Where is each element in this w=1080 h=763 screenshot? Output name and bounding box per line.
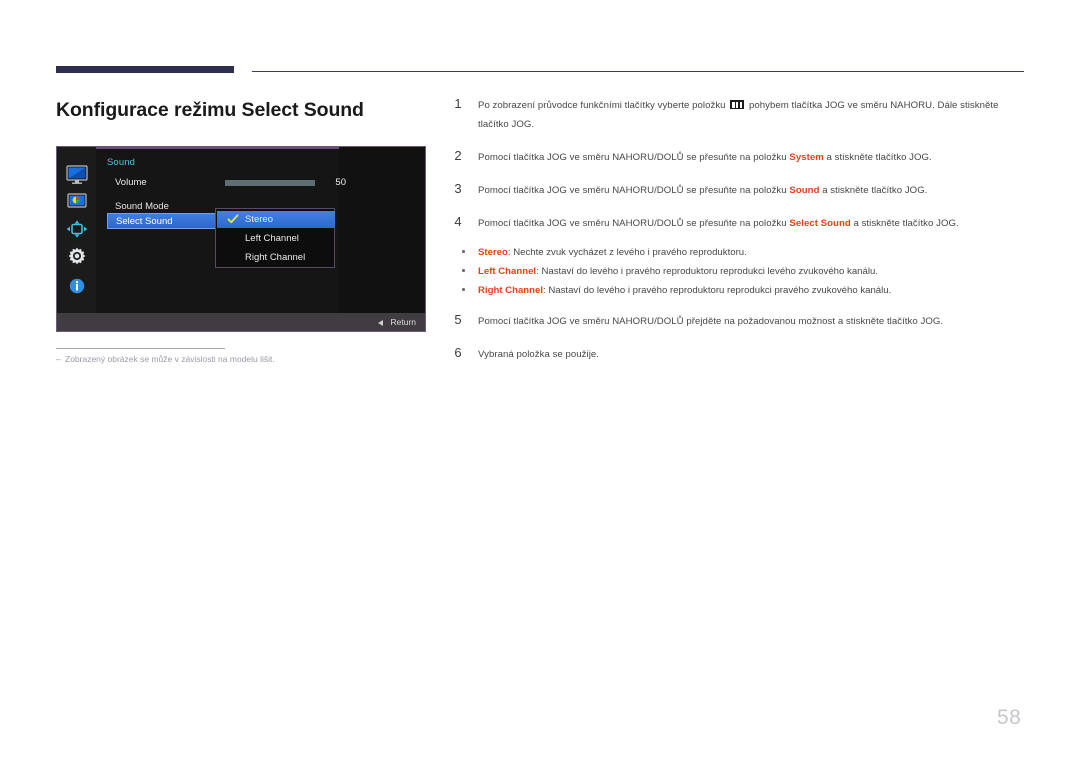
osd-row-select-sound-label: Select Sound (116, 216, 173, 227)
footnote: ‒ Zobrazený obrázek se může v závislosti … (56, 354, 275, 364)
highlighted-term: Sound (789, 185, 820, 196)
step-text-run: Pomocí tlačítka JOG ve směru NAHORU/DOLŮ… (478, 152, 790, 163)
osd-icon-rail (57, 147, 96, 313)
submenu-item-left-channel[interactable]: Left Channel (217, 230, 335, 247)
step-text-run: Pomocí tlačítka JOG ve směru NAHORU/DOLŮ… (478, 185, 790, 196)
header-rule-thin (252, 71, 1024, 72)
bullet-dot-icon (462, 288, 465, 291)
osd-section-heading: Sound (107, 157, 135, 168)
step-number: 4 (454, 214, 462, 229)
instruction-step: 5 Pomocí tlačítka JOG ve směru NAHORU/DOL… (450, 312, 1030, 331)
osd-body: Sound Volume 50 Sound Mode Select Sound (57, 147, 425, 313)
information-icon[interactable] (65, 276, 89, 296)
option-term: Stereo (478, 247, 508, 258)
bullet-dot-icon (462, 269, 465, 272)
onscreen-display-icon[interactable] (65, 219, 89, 239)
submenu-item-left-channel-label: Left Channel (245, 233, 299, 244)
osd-screenshot: Sound Volume 50 Sound Mode Select Sound (56, 146, 426, 332)
step-number: 5 (454, 312, 462, 327)
step-number: 6 (454, 345, 462, 360)
picture-icon[interactable] (65, 191, 89, 211)
step-text: Po zobrazení průvodce funkčními tlačítky… (478, 96, 1030, 134)
option-bullet-item: Left Channel: Nastaví do levého i pravéh… (462, 262, 1030, 281)
option-term: Left Channel (478, 266, 537, 277)
osd-footer-bar: Return (57, 313, 425, 331)
volume-value: 50 (335, 177, 346, 188)
select-sound-submenu: Stereo Left Channel Right Channel (215, 208, 335, 268)
instruction-step: 1 Po zobrazení průvodce funkčními tlačítk… (450, 96, 1030, 134)
step-text-run: Pomocí tlačítka JOG ve směru NAHORU/DOLŮ… (478, 218, 790, 229)
manual-page: Konfigurace režimu Select Sound Sound Vo… (0, 0, 1080, 763)
option-description: : Nastaví do levého i pravého reprodukto… (536, 266, 878, 277)
submenu-item-stereo-label: Stereo (245, 214, 273, 225)
option-bullet-item: Right Channel: Nastaví do levého i pravé… (462, 281, 1030, 300)
osd-content-panel: Sound Volume 50 Sound Mode Select Sound (96, 147, 346, 313)
osd-row-select-sound[interactable]: Select Sound (107, 213, 218, 229)
submenu-item-right-channel-label: Right Channel (245, 252, 306, 263)
display-icon[interactable] (65, 165, 89, 185)
step-text-run: a stiskněte tlačítko JOG. (823, 152, 932, 163)
page-title: Konfigurace režimu Select Sound (56, 99, 364, 121)
osd-row-volume-label: Volume (115, 177, 147, 188)
page-number: 58 (997, 706, 1022, 729)
option-term: Right Channel (478, 285, 544, 296)
option-description: : Nastaví do levého i pravého reprodukto… (543, 285, 892, 296)
osd-row-sound-mode-label: Sound Mode (115, 201, 169, 212)
instruction-steps: 1 Po zobrazení průvodce funkčními tlačítk… (450, 96, 1030, 378)
system-gear-icon[interactable] (65, 246, 89, 266)
step-text-run: Vybraná položka se použije. (478, 349, 599, 360)
step-number: 1 (454, 96, 462, 111)
step-text-run: a stiskněte tlačítko JOG. (850, 218, 959, 229)
checkmark-icon (227, 213, 239, 225)
volume-slider[interactable] (225, 180, 315, 186)
menu-icon (730, 100, 745, 109)
instruction-step: 6 Vybraná položka se použije. (450, 345, 1030, 364)
highlighted-term: System (789, 152, 824, 163)
option-description: : Nechte zvuk vycházet z levého i pravéh… (507, 247, 747, 258)
header-rule-thick (56, 66, 234, 73)
bullet-dot-icon (462, 250, 465, 253)
osd-row-volume[interactable]: Volume 50 (96, 173, 346, 192)
return-arrow-icon (378, 320, 383, 326)
footnote-rule (56, 348, 225, 349)
highlighted-term: Select Sound (789, 218, 851, 229)
return-label[interactable]: Return (390, 317, 416, 327)
step-number: 3 (454, 181, 462, 196)
step-text-run: Po zobrazení průvodce funkčními tlačítky… (478, 100, 729, 111)
step-text: Pomocí tlačítka JOG ve směru NAHORU/DOLŮ… (478, 312, 1030, 331)
step-text: Pomocí tlačítka JOG ve směru NAHORU/DOLŮ… (478, 181, 1030, 200)
header-rule (56, 66, 1024, 76)
option-bullet-item: Stereo: Nechte zvuk vycházet z levého i … (462, 243, 1030, 262)
step-text: Pomocí tlačítka JOG ve směru NAHORU/DOLŮ… (478, 148, 1030, 167)
footnote-dash: ‒ (56, 354, 61, 364)
submenu-item-stereo[interactable]: Stereo (217, 211, 335, 228)
submenu-item-right-channel[interactable]: Right Channel (217, 249, 335, 266)
step-text: Vybraná položka se použije. (478, 345, 1030, 364)
step-text-run: Pomocí tlačítka JOG ve směru NAHORU/DOLŮ… (478, 316, 944, 327)
step-text: Pomocí tlačítka JOG ve směru NAHORU/DOLŮ… (478, 214, 1030, 233)
step-number: 2 (454, 148, 462, 163)
option-bullet-list: Stereo: Nechte zvuk vycházet z levého i … (450, 243, 1030, 300)
step-text-run: a stiskněte tlačítko JOG. (819, 185, 928, 196)
instruction-step: 2 Pomocí tlačítka JOG ve směru NAHORU/DOL… (450, 148, 1030, 167)
instruction-step: 3 Pomocí tlačítka JOG ve směru NAHORU/DOL… (450, 181, 1030, 200)
footnote-text: Zobrazený obrázek se může v závislosti n… (65, 354, 275, 364)
instruction-step: 4 Pomocí tlačítka JOG ve směru NAHORU/DOL… (450, 214, 1030, 233)
